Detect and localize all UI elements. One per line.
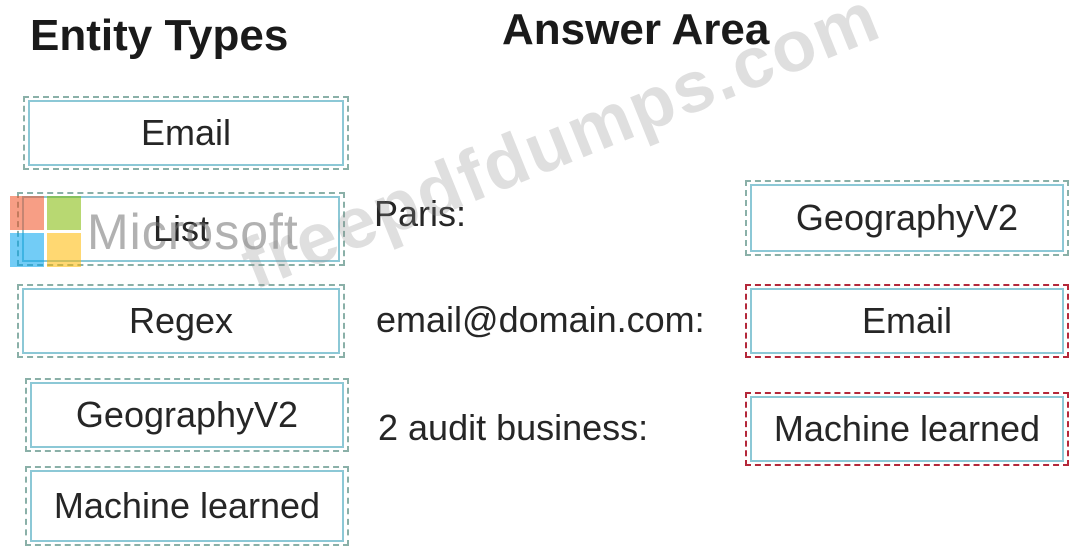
entity-tile-email[interactable]: Email: [23, 96, 349, 170]
answer-prompt-email: email@domain.com:: [376, 299, 705, 340]
answer-slot-audit[interactable]: Machine learned: [745, 392, 1069, 466]
entity-tile-geographyv2[interactable]: GeographyV2: [25, 378, 349, 452]
answer-slot-email[interactable]: Email: [745, 284, 1069, 358]
answer-slot-paris[interactable]: GeographyV2: [745, 180, 1069, 256]
answer-area-heading: Answer Area: [502, 5, 770, 54]
entity-tile-list[interactable]: List: [17, 192, 345, 266]
entity-tile-machine-learned[interactable]: Machine learned: [25, 466, 349, 546]
entity-types-heading: Entity Types: [30, 11, 289, 60]
answer-prompt-paris: Paris:: [374, 193, 467, 234]
entity-tile-regex[interactable]: Regex: [17, 284, 345, 358]
answer-prompt-audit: 2 audit business:: [378, 407, 649, 448]
